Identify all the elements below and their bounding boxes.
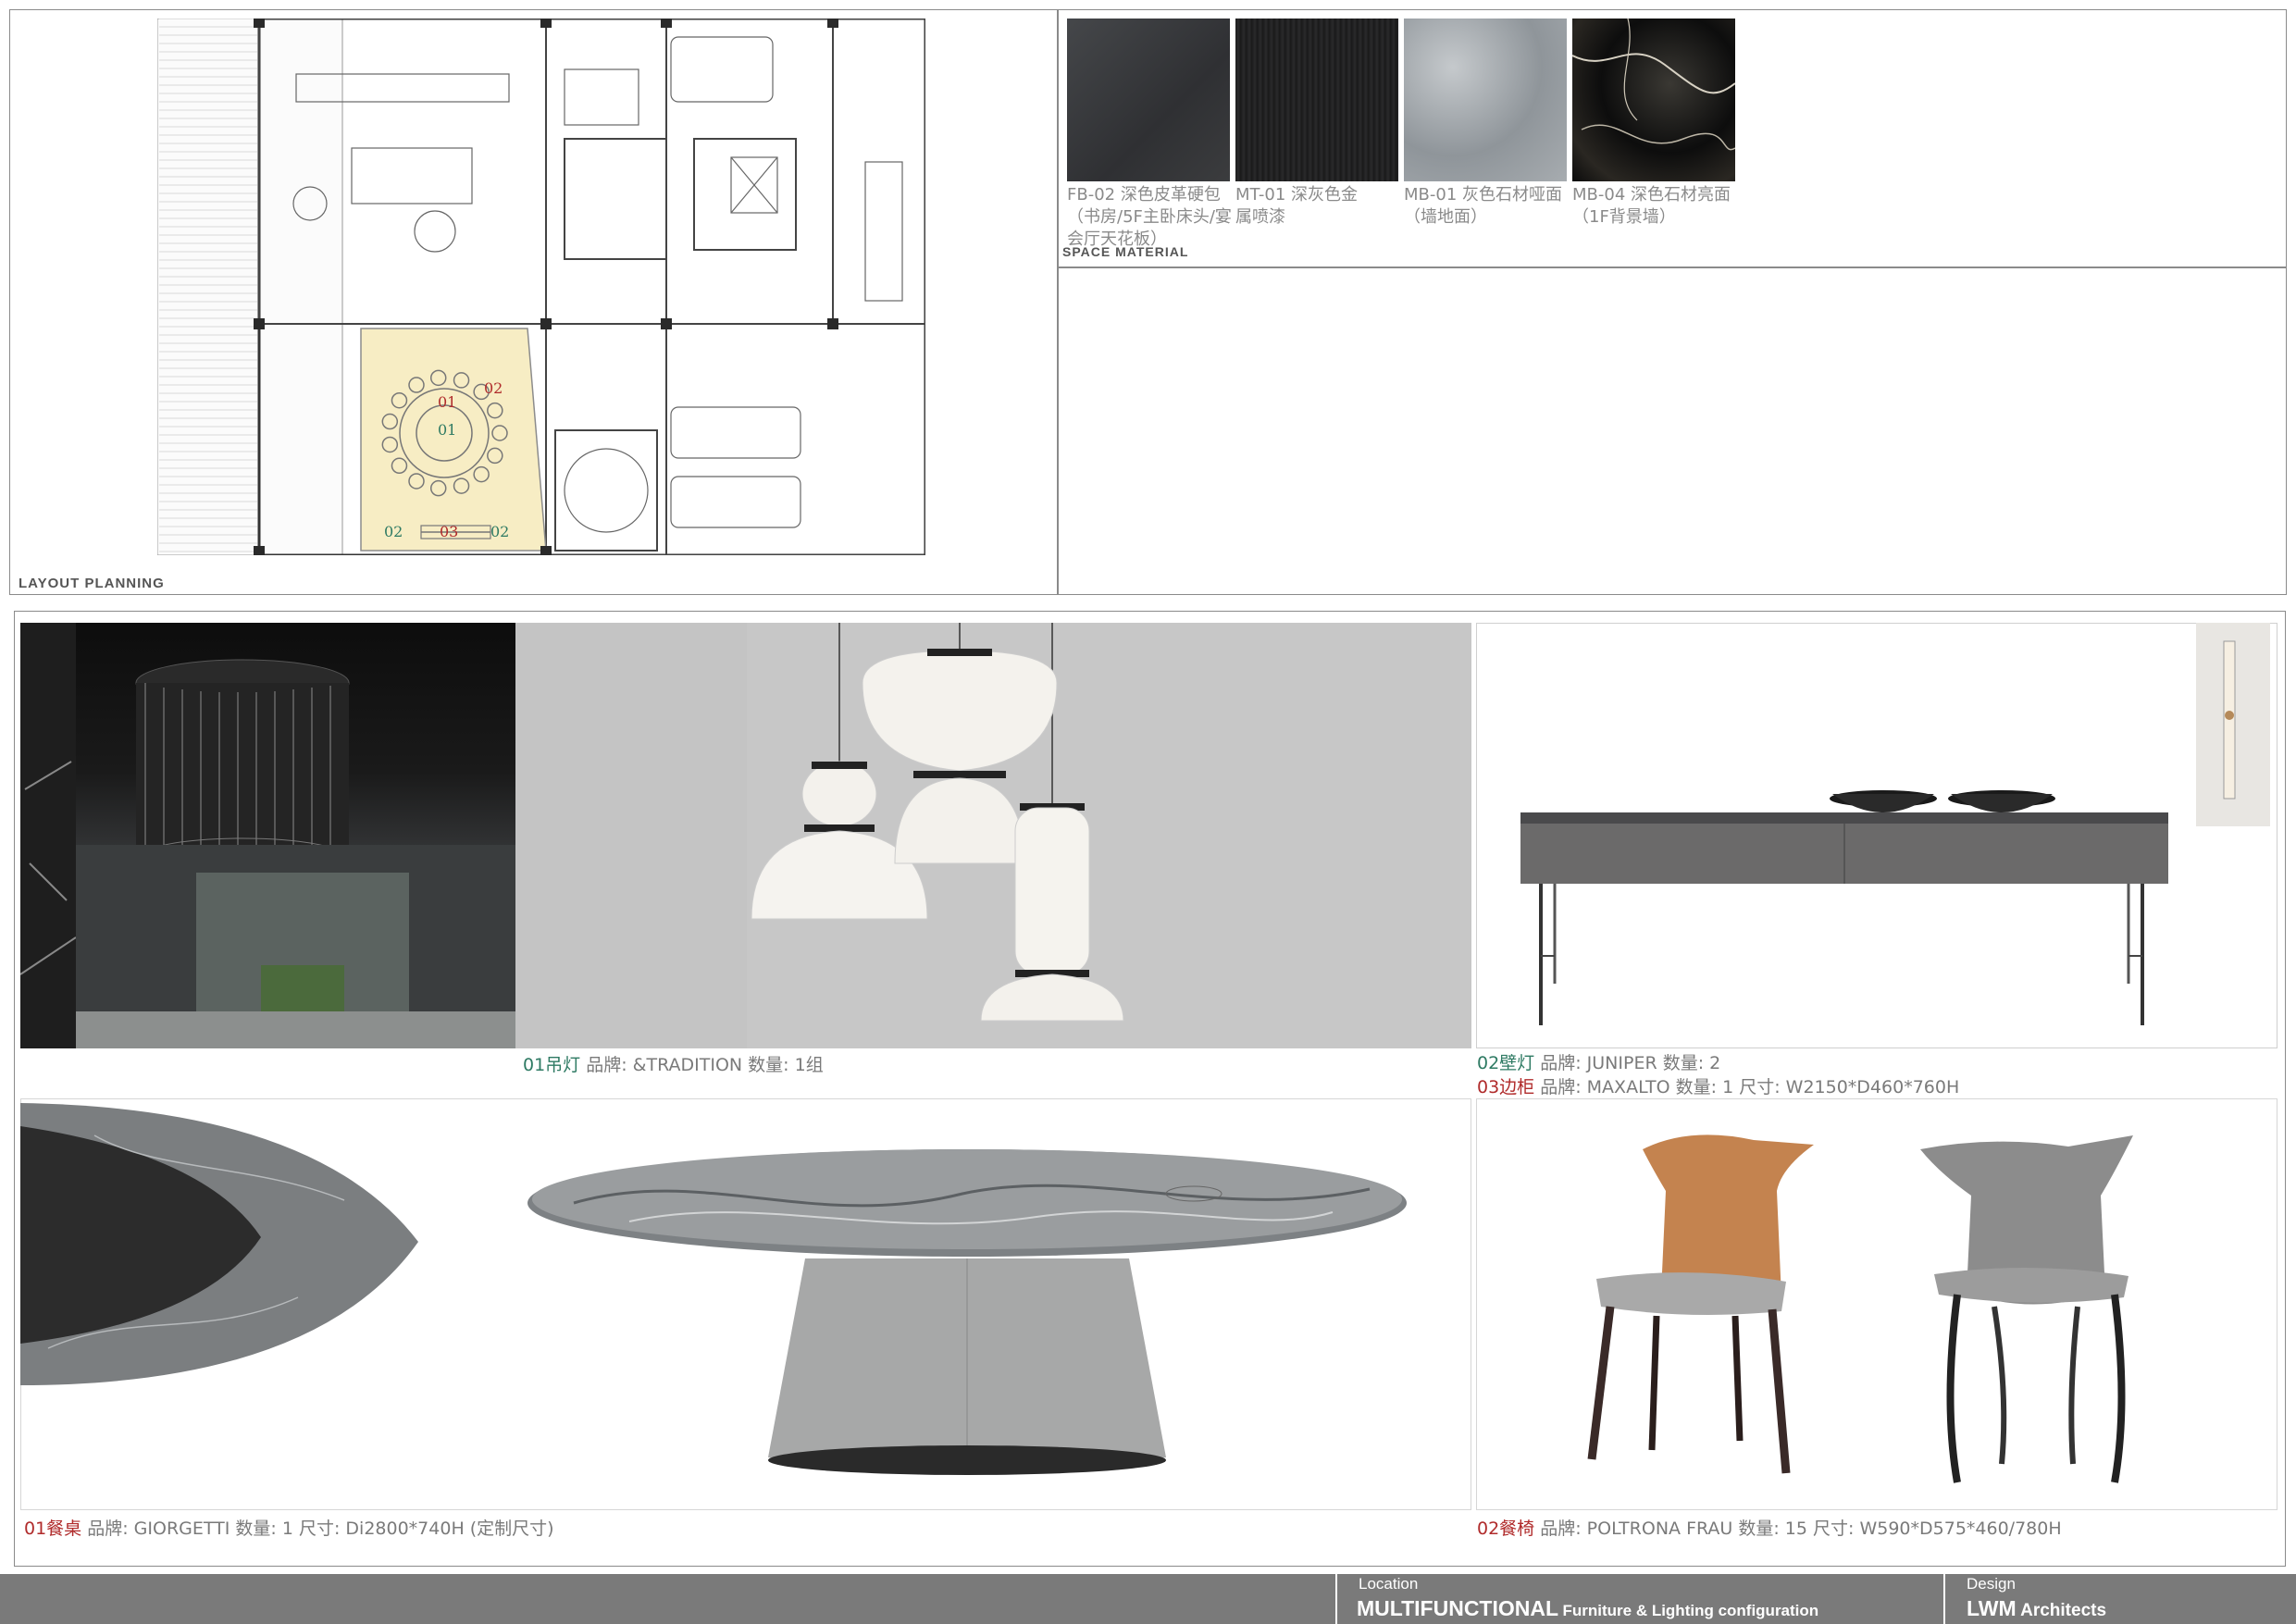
footer-divider-2 — [1943, 1574, 1945, 1624]
table-detail-illustration — [20, 1103, 418, 1385]
material-divider — [1058, 267, 2287, 268]
sideboard-tag: 03边柜 — [1477, 1077, 1535, 1097]
project-subtitle: Furniture & Lighting configuration — [1562, 1602, 1819, 1619]
design-label: Design — [1967, 1575, 2016, 1593]
terrace-hatch — [157, 19, 343, 555]
plan-mark-02-left: 02 — [384, 523, 403, 540]
sideboard-caption: 03边柜 品牌: MAXALTO 数量: 1 尺寸: W2150*D460*76… — [1477, 1073, 1959, 1098]
wall-light-tag: 02壁灯 — [1477, 1053, 1535, 1073]
swatch-mb04 — [1571, 18, 1736, 181]
swatch-mt01 — [1235, 19, 1398, 181]
swatch-caption-fb02: FB-02 深色皮革硬包（书房/5F主卧床头/宴会厅天花板） — [1067, 185, 1232, 249]
swatch-mb01 — [1404, 19, 1567, 181]
chair-spec: 品牌: POLTRONA FRAU 数量: 15 尺寸: W590*D575*4… — [1534, 1519, 2062, 1539]
swatch-caption-mb04: MB-04 深色石材亮面（1F背景墙） — [1572, 185, 1731, 227]
marble-veins — [1571, 18, 1736, 151]
chair-grey — [1920, 1135, 2133, 1483]
dining-zone-highlight — [360, 328, 547, 552]
plan-mark-02-right: 02 — [490, 523, 509, 540]
plan-mark-01b: 01 — [438, 421, 456, 439]
chair-tag: 02餐椅 — [1477, 1519, 1535, 1539]
project-title: MULTIFUNCTIONAL — [1357, 1596, 1559, 1620]
pendant-lights-photo — [515, 623, 1471, 1048]
floor-plan-drawing: 01 01 02 02 03 02 — [157, 19, 925, 555]
wall-light-spec: 品牌: JUNIPER 数量: 2 — [1534, 1053, 1721, 1073]
project-title-line: MULTIFUNCTIONAL Furniture & Lighting con… — [1357, 1596, 1818, 1621]
plan-mark-01a: 01 — [438, 393, 456, 411]
wall-light-caption: 02壁灯 品牌: JUNIPER 数量: 2 — [1477, 1049, 1720, 1074]
swatch-caption-mt01: MT-01 深灰色金属喷漆 — [1235, 185, 1358, 227]
firm-suffix: Architects — [2020, 1601, 2107, 1620]
sideboard-illustration — [1520, 623, 2270, 1025]
plan-mark-03: 03 — [440, 523, 458, 540]
footer-divider-1 — [1335, 1574, 1337, 1624]
table-caption: 01餐桌 品牌: GIORGETTI 数量: 1 尺寸: Di2800*740H… — [24, 1515, 554, 1540]
location-label: Location — [1359, 1575, 1419, 1593]
table-tag: 01餐桌 — [24, 1519, 82, 1539]
title-block-footer — [0, 1574, 2296, 1624]
chandelier-scene — [20, 623, 515, 1048]
firm-name-line: LWM Architects — [1967, 1596, 2106, 1621]
chair-caption: 02餐椅 品牌: POLTRONA FRAU 数量: 15 尺寸: W590*D… — [1477, 1515, 2062, 1540]
plan-mark-02-top: 02 — [484, 379, 503, 397]
sideboard-spec: 品牌: MAXALTO 数量: 1 尺寸: W2150*D460*760H — [1534, 1077, 1960, 1097]
pendant-tag: 01吊灯 — [523, 1055, 581, 1075]
swatch-caption-mb01: MB-01 灰色石材哑面（墙地面） — [1404, 185, 1562, 227]
firm-name: LWM — [1967, 1596, 2017, 1620]
chair-tan — [1587, 1134, 1814, 1474]
dining-table-illustration — [527, 1149, 1407, 1475]
table-spec: 品牌: GIORGETTI 数量: 1 尺寸: Di2800*740H (定制尺… — [81, 1519, 554, 1539]
interior-render-photo — [20, 623, 515, 1048]
formakami-pendants — [515, 623, 1124, 1048]
dining-chairs-illustration — [1587, 1134, 2133, 1483]
layout-planning-label: LAYOUT PLANNING — [19, 576, 165, 591]
pendant-spec: 品牌: &TRADITION 数量: 1组 — [580, 1055, 824, 1075]
space-material-label: SPACE MATERIAL — [1062, 244, 1189, 259]
swatch-fb02 — [1067, 19, 1230, 181]
pendant-caption: 01吊灯 品牌: &TRADITION 数量: 1组 — [523, 1051, 824, 1076]
